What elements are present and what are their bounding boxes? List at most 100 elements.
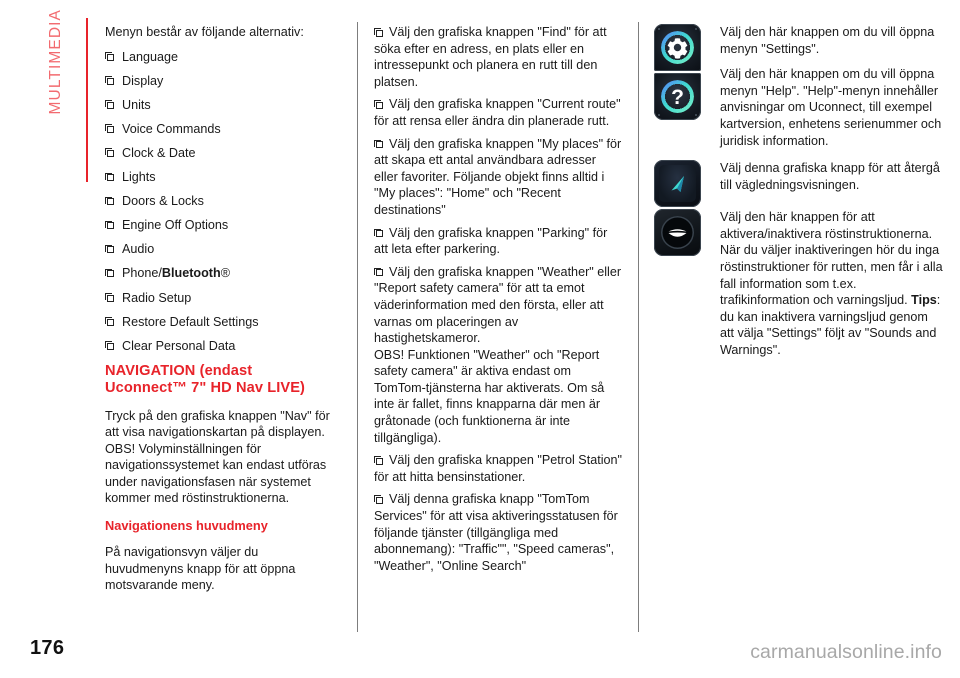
list-item: Audio (105, 241, 337, 258)
note-weather-paragraph: OBS! Funktionen "Weather" och "Report sa… (374, 347, 605, 445)
content-column-1: Menyn består av följande alternativ: Lan… (105, 24, 337, 605)
content-column-3: ? Välj den här knappen om du vill öppna … (654, 24, 944, 370)
section-heading-navigation: NAVIGATION (endast Uconnect™ 7" HD Nav L… (105, 363, 305, 396)
square-bullet-icon (105, 76, 114, 85)
bullet-paragraph-text: Välj den grafiska knappen "Petrol Statio… (374, 453, 622, 484)
nav-paragraph-2: OBS! Volyminställningen för navigationss… (105, 441, 327, 506)
bullet-paragraph-text: Välj den grafiska knappen "Weather" elle… (374, 264, 622, 346)
list-item-label: Restore Default Settings (122, 314, 259, 329)
bullet-paragraph-text: Välj den grafiska knappen "Current route… (374, 97, 621, 128)
square-bullet-icon (374, 139, 383, 149)
square-bullet-icon (374, 456, 383, 465)
list-item: Units (105, 97, 337, 114)
list-item-label: Radio Setup (122, 290, 192, 305)
bullet-paragraph-text: Välj den grafiska knappen "Parking" för … (374, 225, 608, 257)
list-item: Doors & Locks (105, 193, 337, 210)
help-button-description: Välj den här knappen om du vill öppna me… (720, 67, 942, 148)
icon-corner-dot (658, 114, 660, 116)
bullet-paragraph-my-places: Välj den grafiska knappen "My places" fö… (374, 136, 622, 219)
square-bullet-icon (105, 52, 114, 61)
list-item: Display (105, 73, 337, 90)
list-item: Language (105, 49, 337, 66)
voice-instructions-description: Välj den här knappen för att aktivera/in… (720, 209, 944, 358)
list-item-label: Voice Commands (122, 121, 221, 136)
icon-entry-text-group: Välj den här knappen om du vill öppna me… (710, 24, 944, 158)
watermark-text: carmanualsonline.info (750, 641, 942, 663)
list-item-label-suffix: ® (220, 266, 230, 281)
list-item: Restore Default Settings (105, 314, 337, 331)
square-bullet-icon (374, 100, 383, 109)
menu-intro-text: Menyn består av följande alternativ: (105, 25, 304, 39)
icon-entry-voice-instructions: Välj den här knappen för att aktivera/in… (654, 209, 944, 369)
square-bullet-icon (105, 317, 114, 326)
bullet-paragraph-petrol-station: Välj den grafiska knappen "Petrol Statio… (374, 452, 622, 485)
square-bullet-icon (105, 196, 114, 206)
list-item: Clear Personal Data (105, 338, 337, 355)
list-item-label: Units (122, 97, 151, 112)
square-bullet-icon (105, 244, 114, 254)
page-number: 176 (30, 637, 65, 659)
question-mark-icon[interactable]: ? (654, 73, 701, 120)
voice-description-part-1: Välj den här knappen för att aktivera/in… (720, 210, 943, 308)
square-bullet-icon (374, 495, 383, 504)
square-bullet-icon (105, 124, 114, 133)
navigation-view-button-description: Välj denna grafiska knapp för att återgå… (720, 161, 940, 192)
column-divider-1 (357, 22, 358, 632)
column-divider-2 (638, 22, 639, 632)
list-item: Voice Commands (105, 121, 337, 138)
square-bullet-icon (105, 220, 114, 230)
list-item: Radio Setup (105, 290, 337, 307)
settings-menu-list: Language Display Units Voice Commands Cl… (105, 49, 337, 355)
chapter-tab: MULTIMEDIA (28, 9, 88, 198)
list-item-label: Language (122, 49, 179, 64)
square-bullet-icon (374, 228, 383, 238)
icon-stack-settings-help: ? (654, 24, 710, 120)
chapter-rule-line (86, 18, 88, 182)
list-item: Phone/Bluetooth® (105, 265, 337, 282)
list-item-label: Display (122, 73, 164, 88)
bullet-paragraph-text: Välj den grafiska knappen "Find" för att… (374, 25, 607, 89)
list-item-label: Audio (122, 242, 155, 257)
bullet-paragraph-text: Välj denna grafiska knapp "TomTom Servic… (374, 492, 618, 573)
icon-entry-settings: ? Välj den här knappen om du vill öppna … (654, 24, 944, 158)
list-item-label: Lights (122, 170, 156, 185)
list-item-label: Clock & Date (122, 145, 196, 160)
icon-corner-dot (695, 28, 697, 30)
square-bullet-icon (374, 28, 383, 37)
bullet-paragraph-current-route: Välj den grafiska knappen "Current route… (374, 96, 622, 129)
square-bullet-icon (105, 293, 114, 302)
navigation-arrow-icon[interactable] (654, 160, 701, 208)
list-item: Lights (105, 169, 337, 186)
bullet-paragraph-tomtom-services: Välj denna grafiska knapp "TomTom Servic… (374, 491, 622, 574)
list-item-label: Phone/Bluetooth® (122, 265, 337, 282)
square-bullet-icon (374, 267, 383, 277)
square-bullet-icon (105, 148, 114, 157)
icon-entry-navigation-view: Välj denna grafiska knapp för att återgå… (654, 160, 944, 208)
square-bullet-icon (105, 172, 114, 182)
list-item-label-prefix: Phone/ (122, 266, 162, 281)
section-heading-main-menu: Navigationens huvudmeny (105, 518, 268, 534)
settings-button-description: Välj den här knappen om du vill öppna me… (720, 25, 935, 56)
bullet-paragraph-find: Välj den grafiska knappen "Find" för att… (374, 24, 622, 90)
list-item-label: Doors & Locks (122, 194, 204, 209)
square-bullet-icon (105, 100, 114, 109)
bullet-paragraph-parking: Välj den grafiska knappen "Parking" för … (374, 225, 622, 258)
list-item-label-bold: Bluetooth (161, 266, 221, 281)
list-item-label: Engine Off Options (122, 218, 229, 233)
main-menu-paragraph: På navigationsvyn väljer du huvudmenyns … (105, 545, 296, 593)
chapter-label: MULTIMEDIA (47, 9, 64, 115)
mouth-voice-icon[interactable] (654, 209, 701, 257)
list-item: Engine Off Options (105, 217, 337, 234)
bullet-paragraph-weather: Välj den grafiska knappen "Weather" elle… (374, 264, 622, 347)
icon-corner-dot (658, 28, 660, 30)
nav-paragraph-1: Tryck på den grafiska knappen "Nav" för … (105, 408, 330, 440)
voice-description-tips-label: Tips (911, 293, 937, 308)
svg-text:?: ? (671, 86, 684, 109)
content-column-2: Välj den grafiska knappen "Find" för att… (374, 24, 622, 580)
square-bullet-icon (105, 268, 114, 278)
list-item: Clock & Date (105, 145, 337, 162)
bullet-paragraph-text: Välj den grafiska knappen "My places" fö… (374, 136, 622, 217)
icon-corner-dot (695, 114, 697, 116)
list-item-label: Clear Personal Data (122, 338, 236, 353)
gear-icon[interactable] (654, 24, 701, 71)
